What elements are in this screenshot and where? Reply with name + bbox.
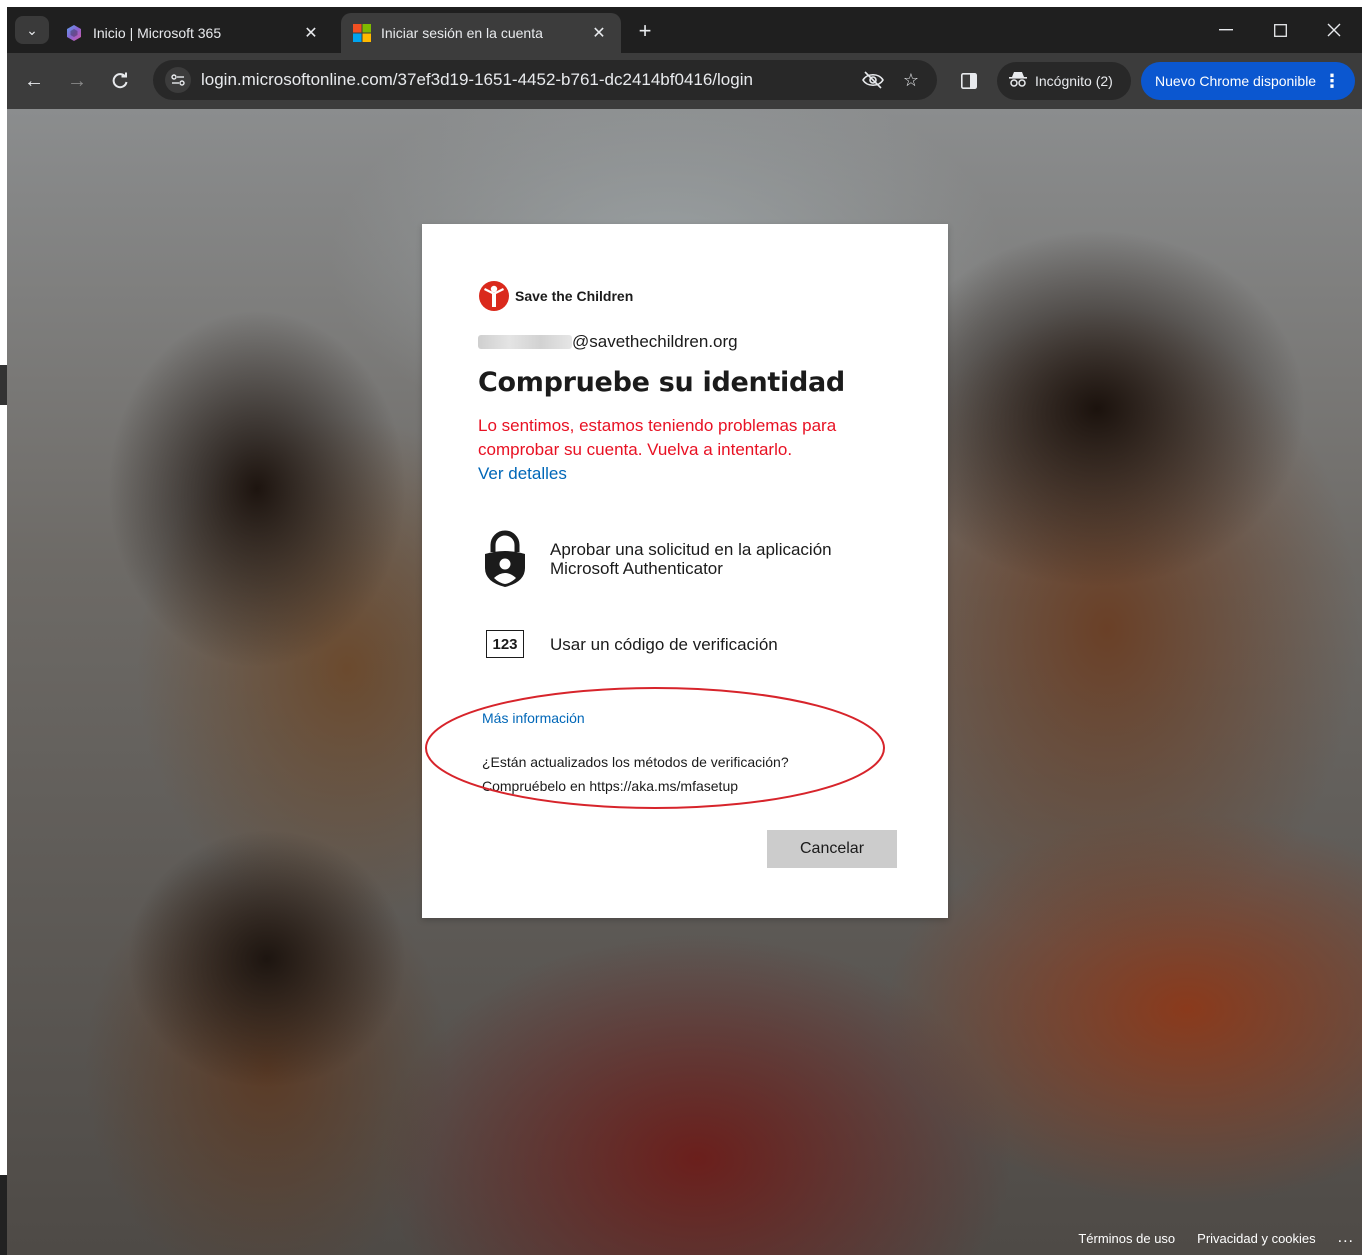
background-photo-shade	[107, 309, 407, 669]
site-info-icon[interactable]	[165, 67, 191, 93]
minimize-icon[interactable]	[1203, 15, 1249, 45]
reload-icon[interactable]	[105, 66, 135, 96]
new-tab-icon[interactable]: +	[631, 17, 659, 45]
option-line: Microsoft Authenticator	[550, 559, 723, 578]
browser-toolbar: ← → login.microsoftonline.com/37ef3d19-1…	[7, 53, 1362, 109]
tab-search-button[interactable]: ⌄	[15, 16, 49, 44]
code-123-icon: 123	[478, 630, 532, 658]
page-footer: Términos de uso Privacidad y cookies ...	[1078, 1229, 1354, 1247]
methods-line: Compruébelo en https://aka.ms/mfasetup	[482, 778, 739, 794]
left-edge-mark	[0, 365, 7, 405]
tab-microsoft-365[interactable]: Inicio | Microsoft 365 ✕	[53, 13, 333, 53]
chrome-update-button[interactable]: Nuevo Chrome disponible ⋮	[1141, 62, 1355, 100]
methods-notice: ¿Están actualizados los métodos de verif…	[482, 750, 789, 798]
verification-options: Aprobar una solicitud en la aplicación M…	[478, 280, 896, 880]
eye-slash-icon[interactable]	[859, 66, 887, 94]
incognito-label: Incógnito (2)	[1035, 73, 1113, 89]
tab-signin[interactable]: Iniciar sesión en la cuenta ✕	[341, 13, 621, 53]
background-photo-shade	[887, 229, 1307, 589]
option-verification-code[interactable]: 123 Usar un código de verificación	[478, 630, 896, 658]
tab-title: Inicio | Microsoft 365	[93, 25, 222, 41]
incognito-button[interactable]: Incógnito (2)	[997, 62, 1131, 100]
incognito-icon	[1009, 71, 1027, 91]
authenticator-lock-icon	[478, 530, 532, 588]
forward-arrow-icon[interactable]: →	[62, 66, 92, 96]
signin-card: Save the Children @savethechildren.org C…	[422, 224, 948, 918]
option-authenticator-app[interactable]: Aprobar una solicitud en la aplicación M…	[478, 530, 896, 588]
address-bar[interactable]: login.microsoftonline.com/37ef3d19-1651-…	[153, 60, 937, 100]
background-photo-shade	[127, 829, 407, 1089]
side-panel-icon[interactable]	[955, 67, 983, 95]
right-edge-background	[1362, 0, 1371, 1255]
update-label: Nuevo Chrome disponible	[1155, 73, 1317, 89]
more-options-icon[interactable]: ...	[1338, 1229, 1354, 1247]
maximize-icon[interactable]	[1257, 15, 1303, 45]
menu-kebab-icon[interactable]: ⋮	[1323, 71, 1341, 92]
browser-window: ⌄ Inicio | Microsoft 365 ✕ Iniciar sesió…	[7, 7, 1362, 1255]
option-label: Usar un código de verificación	[550, 634, 778, 654]
tab-strip: ⌄ Inicio | Microsoft 365 ✕ Iniciar sesió…	[7, 7, 1362, 53]
close-window-icon[interactable]	[1311, 15, 1357, 45]
option-label: Aprobar una solicitud en la aplicación M…	[550, 540, 832, 578]
microsoft-365-icon	[67, 25, 81, 41]
close-tab-icon[interactable]: ✕	[589, 23, 609, 43]
back-arrow-icon[interactable]: ←	[19, 66, 49, 96]
url-text: login.microsoftonline.com/37ef3d19-1651-…	[201, 70, 753, 89]
microsoft-logo-icon	[353, 24, 371, 42]
code-box: 123	[486, 630, 524, 658]
more-info-link[interactable]: Más información	[482, 710, 585, 726]
close-tab-icon[interactable]: ✕	[301, 23, 321, 43]
tab-title: Iniciar sesión en la cuenta	[381, 25, 543, 41]
methods-line: ¿Están actualizados los métodos de verif…	[482, 754, 789, 770]
bookmark-star-icon[interactable]: ☆	[897, 66, 925, 94]
cancel-button[interactable]: Cancelar	[767, 830, 897, 868]
terms-link[interactable]: Términos de uso	[1078, 1231, 1175, 1246]
option-line: Aprobar una solicitud en la aplicación	[550, 540, 832, 559]
chevron-down-icon: ⌄	[26, 21, 38, 38]
left-edge-mark	[0, 1175, 7, 1255]
privacy-link[interactable]: Privacidad y cookies	[1197, 1231, 1316, 1246]
